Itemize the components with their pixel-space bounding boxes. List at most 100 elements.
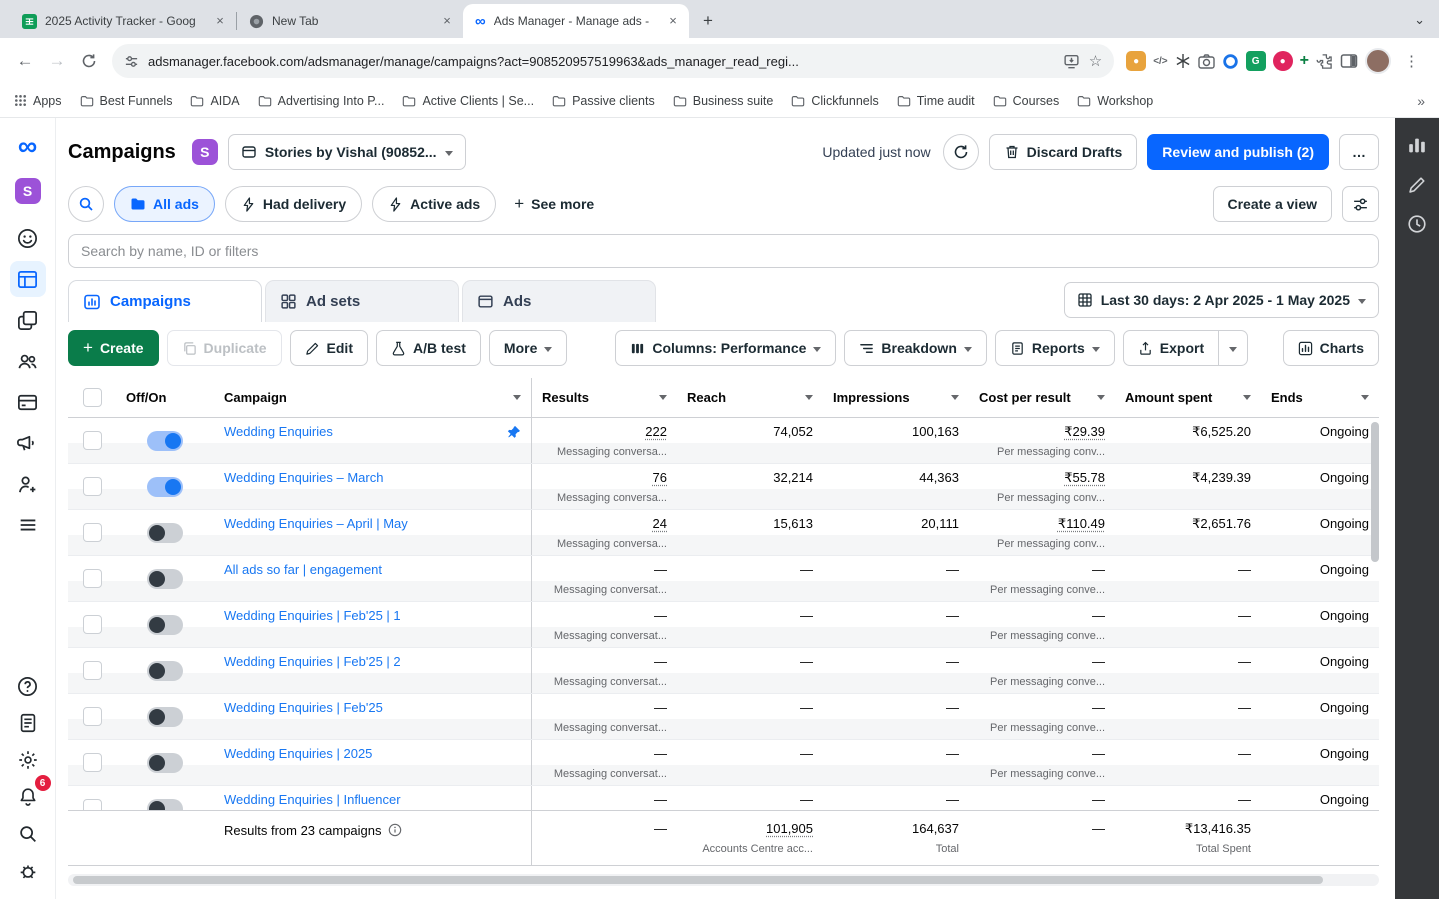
history-clock-button[interactable] xyxy=(1406,213,1428,235)
more-options-button[interactable]: … xyxy=(1339,134,1379,170)
rail-account-avatar[interactable]: S xyxy=(15,178,41,204)
campaign-link[interactable]: All ads so far | engagement xyxy=(224,562,382,577)
row-checkbox[interactable] xyxy=(83,431,102,450)
bookmark-item[interactable]: Time audit xyxy=(897,94,975,108)
sidebar-item-ads[interactable] xyxy=(10,425,46,461)
blue-circle-extension-icon[interactable] xyxy=(1222,53,1239,70)
browser-tab-newtab[interactable]: New Tab × xyxy=(237,4,463,38)
close-tab-icon[interactable]: × xyxy=(665,13,681,29)
edit-panel-button[interactable] xyxy=(1407,174,1428,195)
code-extension-icon[interactable]: </> xyxy=(1153,56,1167,67)
search-input[interactable] xyxy=(68,234,1379,268)
account-selector[interactable]: Stories by Vishal (90852... xyxy=(228,134,466,170)
row-checkbox[interactable] xyxy=(83,569,102,588)
campaign-toggle[interactable] xyxy=(147,799,183,811)
campaign-link[interactable]: Wedding Enquiries | Influencer xyxy=(224,792,401,807)
camera-extension-icon[interactable] xyxy=(1198,54,1215,69)
info-icon[interactable] xyxy=(388,823,402,837)
header-impressions[interactable]: Impressions xyxy=(823,378,969,417)
campaign-link[interactable]: Wedding Enquiries | Feb'25 xyxy=(224,700,383,715)
password-extension-icon[interactable]: ● xyxy=(1126,51,1146,71)
sidebar-item-billing[interactable] xyxy=(10,384,46,420)
tab-ad-sets[interactable]: Ad sets xyxy=(265,280,459,322)
row-checkbox[interactable] xyxy=(83,477,102,496)
horizontal-scrollbar-thumb[interactable] xyxy=(73,876,1323,884)
create-view-button[interactable]: Create a view xyxy=(1213,186,1333,222)
sidebar-item-account-settings[interactable] xyxy=(10,466,46,502)
row-checkbox[interactable] xyxy=(83,753,102,772)
row-checkbox[interactable] xyxy=(83,661,102,680)
close-tab-icon[interactable]: × xyxy=(212,13,228,29)
profile-avatar[interactable] xyxy=(1365,48,1391,74)
browser-tab-sheets[interactable]: 2025 Activity Tracker - Goog × xyxy=(10,4,236,38)
row-checkbox[interactable] xyxy=(83,707,102,726)
sidebar-item-all-tools[interactable] xyxy=(10,507,46,543)
header-results[interactable]: Results xyxy=(532,378,677,417)
campaign-link[interactable]: Wedding Enquiries xyxy=(224,424,333,439)
header-cost-per-result[interactable]: Cost per result xyxy=(969,378,1115,417)
forward-button[interactable]: → xyxy=(42,46,72,76)
new-tab-button[interactable]: + xyxy=(695,8,721,34)
campaign-link[interactable]: Wedding Enquiries | Feb'25 | 2 xyxy=(224,654,401,669)
date-range-selector[interactable]: Last 30 days: 2 Apr 2025 - 1 May 2025 xyxy=(1064,282,1379,318)
bookmarks-overflow-chevron[interactable]: » xyxy=(1417,93,1425,109)
campaign-link[interactable]: Wedding Enquiries – March xyxy=(224,470,383,485)
review-publish-button[interactable]: Review and publish (2) xyxy=(1147,134,1329,170)
help-button[interactable] xyxy=(10,668,46,704)
campaign-toggle[interactable] xyxy=(147,523,183,543)
notifications-button[interactable]: 6 xyxy=(10,779,46,815)
sidebar-item-audiences[interactable] xyxy=(10,343,46,379)
report-bug-button[interactable] xyxy=(10,853,46,889)
close-tab-icon[interactable]: × xyxy=(439,13,455,29)
vertical-scrollbar[interactable] xyxy=(1371,422,1379,562)
header-ends[interactable]: Ends xyxy=(1261,378,1379,417)
bookmark-item[interactable]: Courses xyxy=(993,94,1060,108)
see-more-filters[interactable]: + See more xyxy=(514,194,594,214)
header-checkbox-cell[interactable] xyxy=(68,378,116,417)
create-button[interactable]: + Create xyxy=(68,330,159,366)
campaign-toggle[interactable] xyxy=(147,569,183,589)
row-checkbox[interactable] xyxy=(83,799,102,810)
reload-button[interactable] xyxy=(74,46,104,76)
header-campaign[interactable]: Campaign xyxy=(214,378,532,417)
view-settings-button[interactable] xyxy=(1342,186,1379,222)
sidebar-item-ads-manager[interactable] xyxy=(10,261,46,297)
tab-search-chevron-icon[interactable]: ⌄ xyxy=(1414,12,1425,28)
campaign-toggle[interactable] xyxy=(147,753,183,773)
filter-pill-active-ads[interactable]: Active ads xyxy=(372,186,496,222)
snowflake-extension-icon[interactable] xyxy=(1175,53,1191,69)
red-extension-icon[interactable]: ● xyxy=(1273,51,1293,71)
header-amount-spent[interactable]: Amount spent xyxy=(1115,378,1261,417)
meta-logo[interactable]: ∞ xyxy=(18,132,37,160)
green-extension-icon[interactable]: G xyxy=(1246,51,1266,71)
campaign-link[interactable]: Wedding Enquiries | Feb'25 | 1 xyxy=(224,608,401,623)
tab-campaigns[interactable]: Campaigns xyxy=(68,280,262,322)
bookmark-item[interactable]: Business suite xyxy=(673,94,774,108)
charts-button[interactable]: Charts xyxy=(1283,330,1379,366)
bookmark-item[interactable]: AIDA xyxy=(190,94,239,108)
filter-pill-all-ads[interactable]: All ads xyxy=(114,186,215,222)
campaign-link[interactable]: Wedding Enquiries | 2025 xyxy=(224,746,372,761)
tab-ads[interactable]: Ads xyxy=(462,280,656,322)
select-all-checkbox[interactable] xyxy=(83,388,102,407)
side-panel-icon[interactable] xyxy=(1340,53,1358,69)
install-icon[interactable] xyxy=(1063,53,1080,70)
columns-button[interactable]: Columns: Performance xyxy=(615,330,836,366)
edit-button[interactable]: Edit xyxy=(290,330,368,366)
header-reach[interactable]: Reach xyxy=(677,378,823,417)
sidebar-item-pages[interactable] xyxy=(10,302,46,338)
reports-button[interactable]: Reports xyxy=(995,330,1115,366)
export-dropdown-button[interactable] xyxy=(1219,330,1248,366)
campaign-toggle[interactable] xyxy=(147,661,183,681)
updates-button[interactable] xyxy=(10,705,46,741)
browser-tab-ads-manager[interactable]: ∞ Ads Manager - Manage ads - × xyxy=(463,4,689,38)
sidebar-item-overview[interactable] xyxy=(10,220,46,256)
campaign-toggle[interactable] xyxy=(147,431,183,451)
refresh-button[interactable] xyxy=(943,134,979,170)
plus-extension-icon[interactable]: + xyxy=(1300,52,1309,70)
campaign-toggle[interactable] xyxy=(147,615,183,635)
search-filter-button[interactable] xyxy=(68,186,104,222)
browser-menu-icon[interactable]: ⋮ xyxy=(1398,52,1425,70)
horizontal-scrollbar[interactable] xyxy=(68,874,1379,886)
search-nav-button[interactable] xyxy=(10,816,46,852)
